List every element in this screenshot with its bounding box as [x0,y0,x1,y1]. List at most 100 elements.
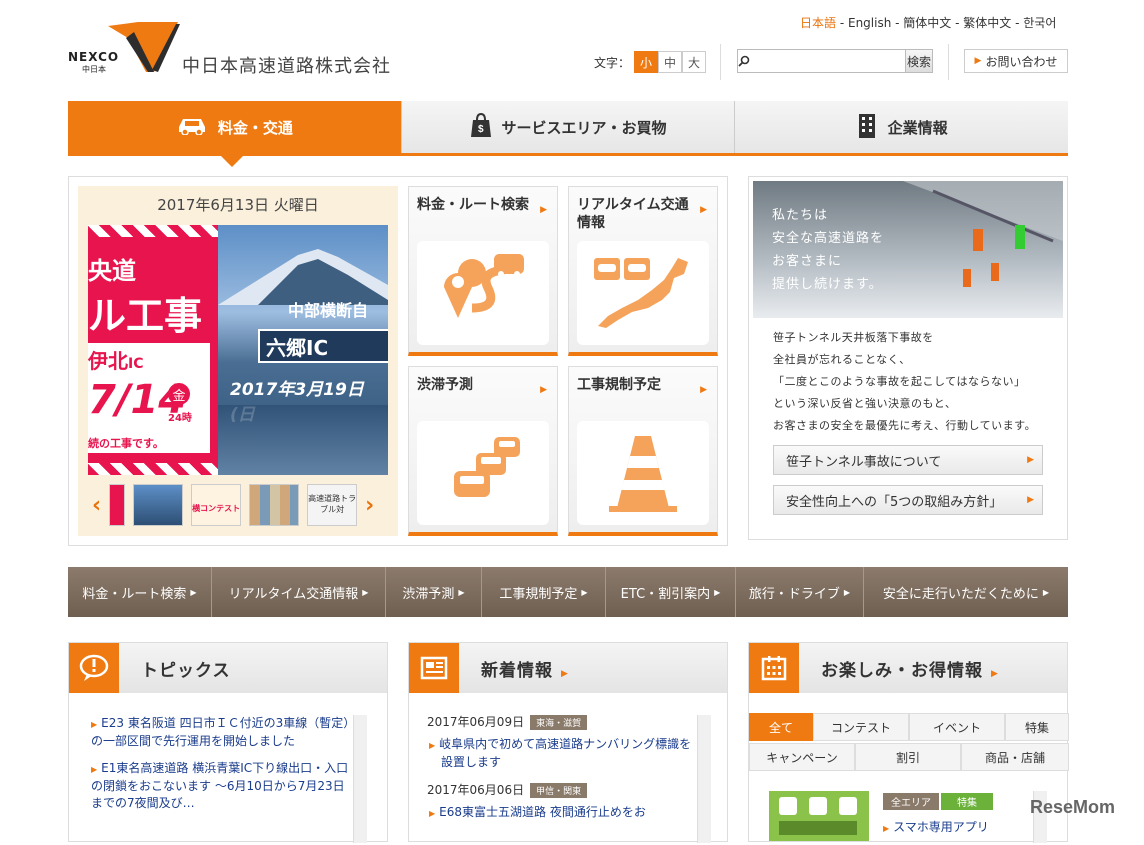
banner-text: IC [128,356,144,372]
banner-right-panel: 中部横断自 六郷IC 2017年3月19日(日 [218,225,388,475]
arrow-right-icon: ▶ [540,385,547,395]
safety-message: 私たちは 安全な高速道路を お客さまに 提供し続けます。 [772,204,884,296]
subnav-route-search[interactable]: 料金・ルート検索 ▶ [68,567,212,617]
lang-korean[interactable]: 한국어 [1023,16,1056,30]
safety-message-line: 安全な高速道路を [772,231,885,246]
japan-map-icon [577,241,709,345]
deal-area-tag: 全エリア [883,793,939,810]
lang-simplified-chinese[interactable]: 簡体中文 [903,16,951,30]
news-region-tag: 甲信・関東 [530,783,588,798]
search-input[interactable] [750,50,905,72]
font-size-switcher: 文字： 小 中 大 [594,51,707,73]
news-item[interactable]: ▶ 岐阜県内で初めて高速道路ナンバリング標識を設置します [429,736,693,771]
lang-english[interactable]: English [848,16,891,30]
car-icon [176,115,208,139]
nav-corporate[interactable]: 企業情報 [735,101,1069,153]
tab-discount[interactable]: 割引 [855,743,961,771]
news-date-row: 2017年06月06日 甲信・関東 [427,781,693,798]
news-title[interactable]: 新着情報 ▶ [481,656,569,681]
banner-day: 金 [168,383,190,405]
topic-item[interactable]: ▶ E23 東名阪道 四日市ＩＣ付近の3車線（暫定）の一部区間で先行運用を開始しま… [91,715,351,750]
tile-route-search[interactable]: 料金・ルート検索 ▶ [408,186,558,356]
route-search-icon [417,241,549,345]
lang-japanese[interactable]: 日本語 [800,16,836,30]
font-size-large[interactable]: 大 [682,51,707,73]
topics-title[interactable]: トピックス [141,656,231,681]
nav-active-pointer [220,155,244,167]
safety-message-line: お客さまに [772,254,843,269]
banner-note: 続の工事です。 [88,437,164,450]
deals-title[interactable]: お楽しみ・お得情報 ▶ [821,656,999,681]
newspaper-icon [409,643,459,693]
deals-tabs-row1: 全て コンテスト イベント 特集 [749,713,1069,741]
banner-text: 六郷IC [258,329,388,363]
font-size-small[interactable]: 小 [634,51,659,73]
chevron-right-icon[interactable]: › [365,493,374,518]
tile-title: リアルタイム交通情報 [577,197,689,231]
banner-left-panel: 央道 ル工事 伊北IC 7/14 金 24時 続の工事です。 [88,225,218,475]
sasago-tunnel-button[interactable]: 笹子トンネル事故について ▶ [773,445,1043,475]
tab-products-stores[interactable]: 商品・店舗 [961,743,1069,771]
deal-thumbnail[interactable] [769,791,869,841]
chevron-left-icon[interactable]: ‹ [92,493,101,518]
deals-header: お楽しみ・お得情報 ▶ [749,643,1067,693]
news-item[interactable]: ▶ E68東富士五湖道路 夜間通行止めをお [429,804,693,822]
subnav-construction[interactable]: 工事規制予定 ▶ [482,567,606,617]
arrow-right-icon: ▶ [1042,587,1050,597]
topics-scrollbar[interactable] [353,715,367,843]
slider-thumbnail[interactable] [109,484,126,526]
tile-construction[interactable]: 工事規制予定 ▶ [568,366,718,536]
lang-traditional-chinese[interactable]: 繁体中文 [963,16,1011,30]
building-icon [856,112,878,142]
subnav-congestion[interactable]: 渋滞予測 ▶ [386,567,482,617]
slider-thumbnail[interactable] [133,484,184,526]
contact-button[interactable]: ▶ お問い合わせ [964,49,1068,73]
subnav-etc-discount[interactable]: ETC・割引案内 ▶ [606,567,736,617]
traffic-jam-icon [417,421,549,525]
safety-text-line: という深い反省と強い決意のもと、 [773,397,957,410]
tile-realtime-traffic[interactable]: リアルタイム交通情報 ▶ [568,186,718,356]
banner-image[interactable]: 央道 ル工事 伊北IC 7/14 金 24時 続の工事です。 中部横断自 六郷I… [88,225,388,475]
arrow-right-icon: ▶ [714,587,721,597]
arrow-right-icon: ▶ [190,587,197,597]
tab-all[interactable]: 全て [749,713,813,741]
safety-message-line: 私たちは [772,208,829,223]
subnav-safe-driving[interactable]: 安全に走行いただくために ▶ [864,567,1068,617]
slider-thumbnail[interactable]: 高速道路トラブル対 [307,484,358,526]
safety-policy-button[interactable]: 安全性向上への「5つの取組み方針」 ▶ [773,485,1043,515]
safety-text-line: 「二度とこのような事故を起こしてはならない」 [773,375,1026,388]
slider-thumbnails: ‹ 横コンテスト 高速道路トラブル対 › [92,482,386,528]
slider-thumbnail[interactable] [249,484,300,526]
subnav-travel-drive[interactable]: 旅行・ドライブ ▶ [736,567,864,617]
deal-item-title[interactable]: ▶ スマホ専用アプリ [883,819,989,837]
slider-thumbnail[interactable]: 横コンテスト [191,484,242,526]
banner-text: ル工事 [88,294,203,338]
subnav-realtime-traffic[interactable]: リアルタイム交通情報 ▶ [212,567,386,617]
arrow-right-icon: ▶ [540,205,547,215]
font-size-label: 文字： [594,55,631,70]
tile-congestion-forecast[interactable]: 渋滞予測 ▶ [408,366,558,536]
nav-tolls-traffic[interactable]: 料金・交通 [68,101,402,153]
logo-text: NEXCO [68,50,120,64]
nav-service-area[interactable]: $ サービスエリア・お買物 [401,101,736,153]
safety-text-line: 全社員が忘れることなく、 [773,353,911,366]
speech-bubble-icon [69,643,119,693]
font-size-medium[interactable]: 中 [658,51,683,73]
sub-nav: 料金・ルート検索 ▶ リアルタイム交通情報 ▶ 渋滞予測 ▶ 工事規制予定 ▶ ETC・… [68,567,1068,617]
arrow-right-icon: ▶ [1027,495,1034,505]
tab-contest[interactable]: コンテスト [813,713,909,741]
tab-event[interactable]: イベント [909,713,1005,741]
topic-item[interactable]: ▶ E1東名高速道路 横浜青葉IC下り線出口・入口の閉鎖をおこないます ～6月10… [91,760,351,812]
deals-box: お楽しみ・お得情報 ▶ 全て コンテスト イベント 特集 キャンペーン 割引 商品… [748,642,1069,843]
banner-text: 中部横断自 [288,301,369,320]
arrow-right-icon: ▶ [974,56,982,66]
tab-feature[interactable]: 特集 [1005,713,1069,741]
safety-statement: 笹子トンネル天井板落下事故を 全社員が忘れることなく、 「二度とこのような事故を… [773,327,1036,437]
search-button[interactable]: 検索 [905,50,932,72]
nexco-logo[interactable]: NEXCO 中日本 [68,18,180,76]
deal-category-tag: 特集 [941,793,993,810]
tab-campaign[interactable]: キャンペーン [749,743,855,771]
topics-header: トピックス [69,643,387,693]
news-scrollbar[interactable] [697,715,711,843]
main-nav: 料金・交通 $ サービスエリア・お買物 企業情報 [68,101,1069,156]
